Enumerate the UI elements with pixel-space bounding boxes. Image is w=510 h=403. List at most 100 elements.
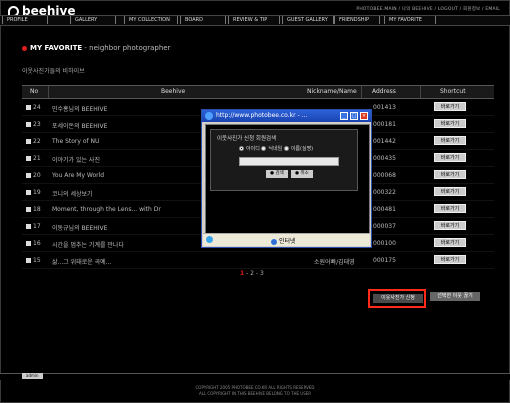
row-nickname: 소원어빠/김태영 (314, 259, 355, 266)
radio-id-label: 아이디 (246, 146, 260, 152)
shortcut-button[interactable]: 바로가기 (434, 255, 466, 264)
row-beehive-title[interactable]: 이야기가 있는 사진 (52, 155, 100, 164)
row-checkbox[interactable] (26, 122, 31, 127)
shortcut-button[interactable]: 바로가기 (434, 187, 466, 196)
row-no: 15 (33, 257, 41, 264)
popup-cancel-button[interactable]: ● 취소 (291, 170, 313, 178)
apply-neighbor-button[interactable]: 이웃사진가 신청 (373, 294, 423, 303)
col-divider (48, 86, 49, 98)
row-number: 20 (26, 172, 41, 179)
radio-unchecked-icon (261, 146, 267, 151)
shortcut-button[interactable]: 바로가기 (434, 153, 466, 162)
highlight-box: 이웃사진가 신청 (368, 289, 426, 308)
radio-nickname[interactable]: 닉네임 (261, 146, 282, 152)
shortcut-button[interactable]: 바로가기 (434, 136, 466, 145)
row-no: 22 (33, 138, 41, 145)
row-checkbox[interactable] (26, 241, 31, 246)
shortcut-button[interactable]: 바로가기 (434, 204, 466, 213)
row-number: 16 (26, 240, 41, 247)
row-beehive-title[interactable]: 코니의 세상보기 (52, 189, 93, 198)
row-number: 17 (26, 223, 41, 230)
row-number: 22 (26, 138, 41, 145)
row-checkbox[interactable] (26, 258, 31, 263)
col-divider (361, 86, 362, 98)
radio-realname-label: 이름(실명) (290, 146, 314, 152)
shortcut-button[interactable]: 바로가기 (434, 221, 466, 230)
row-no: 19 (33, 189, 41, 196)
radio-checked-icon (239, 146, 244, 151)
row-checkbox[interactable] (26, 190, 31, 195)
nav-my-favorite[interactable]: MY FAVORITE (384, 16, 436, 24)
row-no: 23 (33, 121, 41, 128)
page-subtitle: 이웃사진가들의 비하이브 (22, 68, 85, 75)
bottom-bar (0, 373, 510, 380)
row-address: 000181 (373, 121, 396, 128)
popup-search-label: 검색 (275, 171, 284, 176)
col-divider (420, 86, 421, 98)
row-no: 21 (33, 155, 41, 162)
row-address: 000068 (373, 172, 396, 179)
nav-gallery[interactable]: GALLERY (70, 16, 116, 24)
row-beehive-title[interactable]: 삶...그 위태로운 곡예... (52, 257, 111, 266)
section-title-sub: - neighbor photographer (82, 44, 171, 52)
row-no: 18 (33, 206, 41, 213)
row-address: 000175 (373, 257, 396, 264)
row-checkbox[interactable] (26, 105, 31, 110)
row-checkbox[interactable] (26, 173, 31, 178)
popup-heading: 이웃사진가 신청 회원검색 (217, 136, 277, 142)
nav-profile[interactable]: PROFILE (2, 16, 48, 24)
shortcut-button[interactable]: 바로가기 (434, 119, 466, 128)
radio-realname[interactable]: 이름(실명) (283, 146, 314, 152)
row-checkbox[interactable] (26, 139, 31, 144)
nav-friendship[interactable]: FRIENDSHIP (334, 16, 380, 24)
popup-cancel-label: 취소 (300, 171, 309, 176)
nav-review-tip[interactable]: REVIEW & TIP (228, 16, 280, 24)
row-no: 20 (33, 172, 41, 179)
row-beehive-title[interactable]: Moment, through the Lens... with Dr (52, 206, 161, 213)
radio-nickname-label: 닉네임 (268, 146, 283, 152)
shortcut-button[interactable]: 바로가기 (434, 170, 466, 179)
row-beehive-title[interactable]: The Story of NU (52, 138, 99, 145)
footer-line-2: ALL COPYRIGHT IN THIS BEEHIVE BELONG TO … (198, 391, 312, 396)
row-checkbox[interactable] (26, 224, 31, 229)
bullet-icon (22, 45, 27, 51)
shortcut-button[interactable]: 바로가기 (434, 238, 466, 247)
minimize-icon[interactable]: _ (340, 112, 348, 120)
shortcut-button[interactable]: 바로가기 (434, 102, 466, 111)
row-beehive-title[interactable]: 이동규님의 BEEHIVE (52, 223, 107, 232)
radio-id[interactable]: 아이디 (239, 146, 260, 152)
member-search-panel: 이웃사진가 신청 회원검색 아이디 닉네임 이름(실명) ● 검색 ● 취소 (210, 129, 358, 191)
top-links[interactable]: PHOTOBEE.MAIN / 나의 BEEHIVE / LOGOUT / 회원… (356, 6, 500, 12)
row-no: 24 (33, 104, 41, 111)
section-title: MY FAVORITE - neighbor photographer (22, 44, 170, 52)
row-address: 000037 (373, 223, 396, 230)
row-beehive-title[interactable]: You Are My World (52, 172, 104, 179)
row-no: 16 (33, 240, 41, 247)
popup-titlebar[interactable]: http://www.photobee.co.kr - ... _ □ × (202, 110, 371, 122)
row-number: 23 (26, 121, 41, 128)
admin-button[interactable]: admin (22, 373, 43, 379)
row-no: 17 (33, 223, 41, 230)
row-checkbox[interactable] (26, 156, 31, 161)
page-links[interactable]: - 2 - 3 (244, 270, 264, 277)
nav-board[interactable]: BOARD (180, 16, 226, 24)
nav-guest-gallery[interactable]: GUEST GALLERY (282, 16, 334, 24)
remove-neighbor-button[interactable]: 선택한 이웃 끊기 (430, 292, 480, 301)
popup-title: http://www.photobee.co.kr - ... (216, 112, 308, 119)
row-beehive-title[interactable]: 포세이돈의 BEEHIVE (52, 121, 107, 130)
close-icon[interactable]: × (360, 112, 368, 120)
popup-statusbar: 인터넷 (203, 233, 370, 246)
row-number: 24 (26, 104, 41, 111)
popup-search-button[interactable]: ● 검색 (266, 170, 288, 178)
row-address: 001413 (373, 104, 396, 111)
col-beehive: Beehive (161, 88, 186, 95)
maximize-icon[interactable]: □ (350, 112, 358, 120)
row-checkbox[interactable] (26, 207, 31, 212)
table-header: No Beehive Nickname/Name Address Shortcu… (22, 85, 494, 99)
col-address: Address (372, 88, 396, 95)
nav-my-collection[interactable]: MY COLLECTION (124, 16, 178, 24)
row-beehive-title[interactable]: 시간을 멈추는 기계를 만나다 (52, 240, 124, 249)
row-address: 000100 (373, 240, 396, 247)
member-search-input[interactable] (239, 157, 339, 166)
row-beehive-title[interactable]: 민수홍님의 BEEHIVE (52, 104, 107, 113)
